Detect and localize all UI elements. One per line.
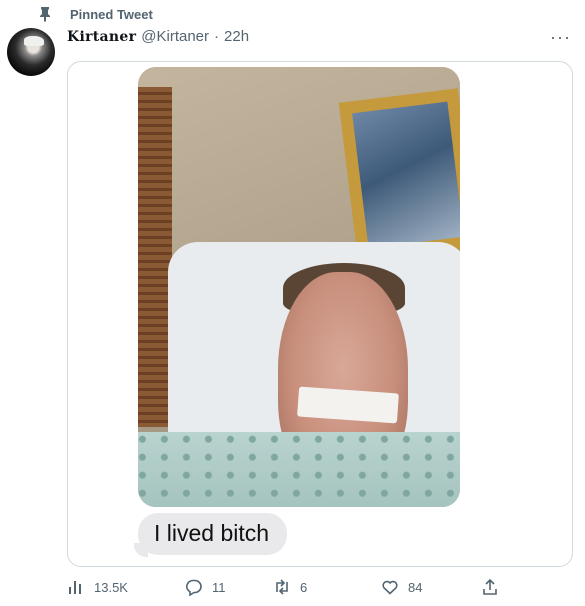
tweet-timestamp[interactable]: 22h — [224, 28, 249, 45]
reply-button[interactable]: 11 — [185, 578, 273, 596]
user-handle[interactable]: @Kirtaner — [141, 28, 209, 45]
photo-blinds — [138, 87, 172, 427]
separator-dot: · — [214, 28, 220, 45]
like-button[interactable]: 84 — [381, 578, 481, 596]
pinned-label: Pinned Tweet — [70, 6, 153, 22]
views-count: 13.5K — [94, 579, 128, 595]
reply-count: 11 — [212, 579, 226, 595]
share-icon — [483, 578, 497, 595]
reply-icon — [186, 579, 202, 596]
caption-bubble: I lived bitch — [138, 513, 288, 555]
share-button[interactable] — [481, 578, 499, 596]
action-bar: 13.5K 11 6 84 — [67, 578, 507, 596]
avatar[interactable] — [7, 28, 55, 76]
media-card[interactable]: I lived bitch — [67, 61, 573, 567]
display-name[interactable]: Kirtaner — [67, 29, 136, 45]
retweet-button[interactable]: 6 — [273, 578, 381, 596]
pinned-indicator: Pinned Tweet — [38, 6, 153, 22]
heart-icon — [382, 580, 398, 595]
more-options-icon[interactable]: ··· — [550, 27, 571, 48]
like-count: 84 — [408, 579, 423, 595]
photo-gown — [138, 432, 460, 507]
hospital-selfie-photo[interactable] — [138, 67, 460, 507]
retweet-icon — [276, 579, 288, 595]
views-button[interactable]: 13.5K — [67, 578, 185, 596]
frame-art — [352, 101, 460, 249]
tweet-header: Kirtaner @Kirtaner · 22h — [67, 28, 249, 45]
analytics-icon — [69, 581, 81, 594]
photo-frame — [338, 88, 460, 262]
retweet-count: 6 — [300, 579, 308, 595]
pin-icon — [40, 7, 50, 22]
